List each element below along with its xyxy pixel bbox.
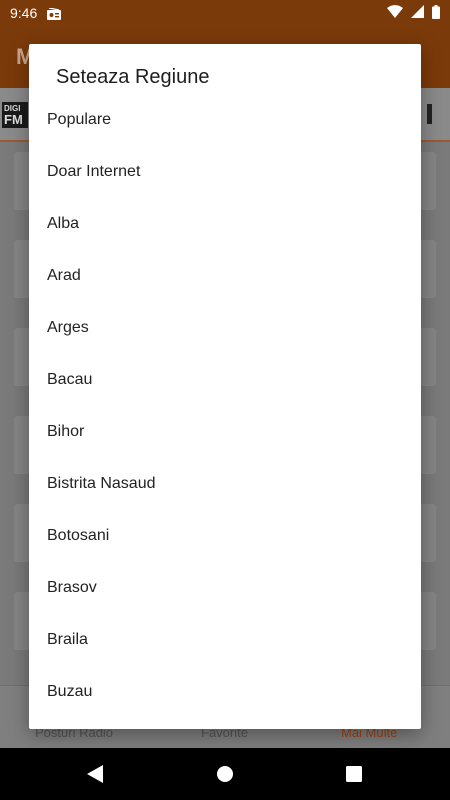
region-item-doar-internet[interactable]: Doar Internet: [29, 146, 421, 198]
region-item-alba[interactable]: Alba: [29, 198, 421, 250]
region-item-braila[interactable]: Braila: [29, 614, 421, 666]
radio-icon: [47, 7, 62, 20]
recents-icon[interactable]: [342, 762, 366, 786]
region-list[interactable]: Populare Doar Internet Alba Arad Arges B…: [29, 94, 421, 729]
region-item-bistrita-nasaud[interactable]: Bistrita Nasaud: [29, 458, 421, 510]
region-dialog: Seteaza Regiune Populare Doar Internet A…: [29, 44, 421, 729]
dialog-title: Seteaza Regiune: [56, 66, 210, 88]
back-icon[interactable]: [83, 762, 107, 786]
region-item-buzau[interactable]: Buzau: [29, 666, 421, 718]
region-item-populare[interactable]: Populare: [29, 94, 421, 146]
signal-icon: [411, 5, 424, 21]
region-item-brasov[interactable]: Brasov: [29, 562, 421, 614]
region-item-bacau[interactable]: Bacau: [29, 354, 421, 406]
battery-icon: [432, 4, 440, 22]
status-indicators: [387, 4, 440, 22]
region-item-botosani[interactable]: Botosani: [29, 510, 421, 562]
region-item-arad[interactable]: Arad: [29, 250, 421, 302]
status-bar: 9:46: [0, 0, 450, 26]
region-item-arges[interactable]: Arges: [29, 302, 421, 354]
system-nav-bar: [0, 748, 450, 800]
region-item-bihor[interactable]: Bihor: [29, 406, 421, 458]
status-time: 9:46: [10, 5, 38, 21]
home-icon[interactable]: [213, 762, 237, 786]
wifi-icon: [387, 5, 403, 21]
